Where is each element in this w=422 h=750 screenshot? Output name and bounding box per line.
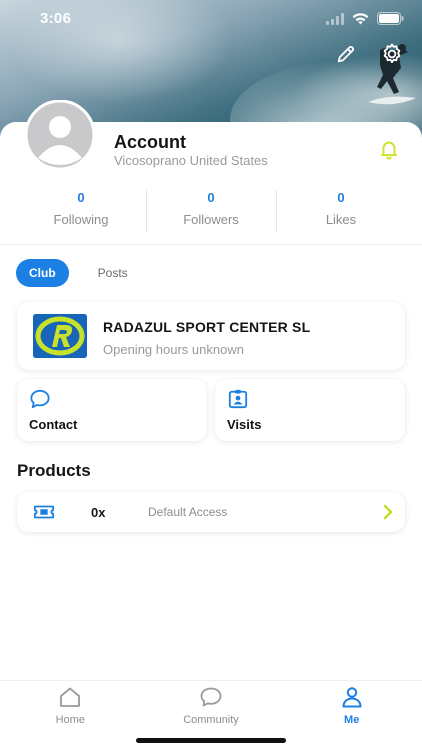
badge-icon — [228, 389, 248, 409]
divider — [0, 244, 422, 245]
profile-stats: 0 Following 0 Followers 0 Likes — [16, 190, 406, 234]
person-icon — [342, 687, 362, 708]
stat-label: Likes — [325, 212, 357, 227]
nav-label: Community — [183, 714, 239, 726]
chat-bubble-icon — [200, 687, 222, 707]
stat-followers[interactable]: 0 Followers — [146, 190, 276, 234]
pencil-icon — [337, 45, 355, 63]
wifi-icon — [352, 12, 369, 24]
nav-me[interactable]: Me — [281, 681, 422, 750]
home-icon — [60, 687, 81, 707]
chevron-right-icon — [383, 504, 393, 520]
product-row[interactable]: 0x Default Access — [17, 492, 405, 532]
status-time: 3:06 — [40, 10, 72, 27]
profile-name: Account — [114, 132, 186, 152]
nav-label: Home — [55, 714, 85, 726]
stat-value: 0 — [77, 190, 85, 205]
tab-posts[interactable]: Posts — [85, 259, 141, 287]
home-indicator — [136, 738, 286, 743]
products-title: Products — [17, 461, 91, 480]
status-icons — [326, 12, 404, 25]
stat-likes[interactable]: 0 Likes — [276, 190, 406, 234]
stat-value: 0 — [337, 190, 345, 205]
notifications-button[interactable] — [378, 138, 400, 160]
visits-label: Visits — [227, 417, 262, 432]
battery-icon — [377, 12, 404, 25]
contact-label: Contact — [29, 417, 78, 432]
club-card[interactable]: RADAZUL SPORT CENTER SL Opening hours un… — [17, 302, 405, 370]
stat-label: Followers — [183, 212, 239, 227]
nav-label: Me — [344, 714, 360, 726]
profile-location: Vicosoprano United States — [114, 153, 268, 168]
edit-button[interactable] — [334, 42, 358, 66]
profile-tabs: Club Posts — [16, 259, 141, 287]
club-hours: Opening hours unknown — [103, 342, 244, 357]
signal-icon — [326, 12, 344, 25]
settings-button[interactable] — [380, 42, 404, 66]
bell-icon — [381, 141, 397, 160]
club-logo-mark — [33, 314, 87, 358]
nav-home[interactable]: Home — [0, 681, 141, 750]
stat-value: 0 — [207, 190, 215, 205]
stat-label: Following — [53, 212, 109, 227]
tab-club[interactable]: Club — [16, 259, 69, 287]
visits-button[interactable]: Visits — [215, 379, 405, 441]
gear-icon — [383, 43, 401, 63]
contact-button[interactable]: Contact — [17, 379, 207, 441]
header-actions — [334, 42, 404, 66]
ticket-icon — [33, 505, 55, 519]
status-bar: 3:06 — [0, 0, 422, 40]
product-name: Default Access — [148, 505, 228, 519]
chat-bubble-icon — [30, 389, 50, 409]
avatar[interactable] — [18, 100, 102, 170]
stat-following[interactable]: 0 Following — [16, 190, 146, 234]
product-quantity: 0x — [91, 505, 106, 520]
club-logo — [33, 314, 87, 358]
club-name: RADAZUL SPORT CENTER SL — [103, 319, 311, 335]
